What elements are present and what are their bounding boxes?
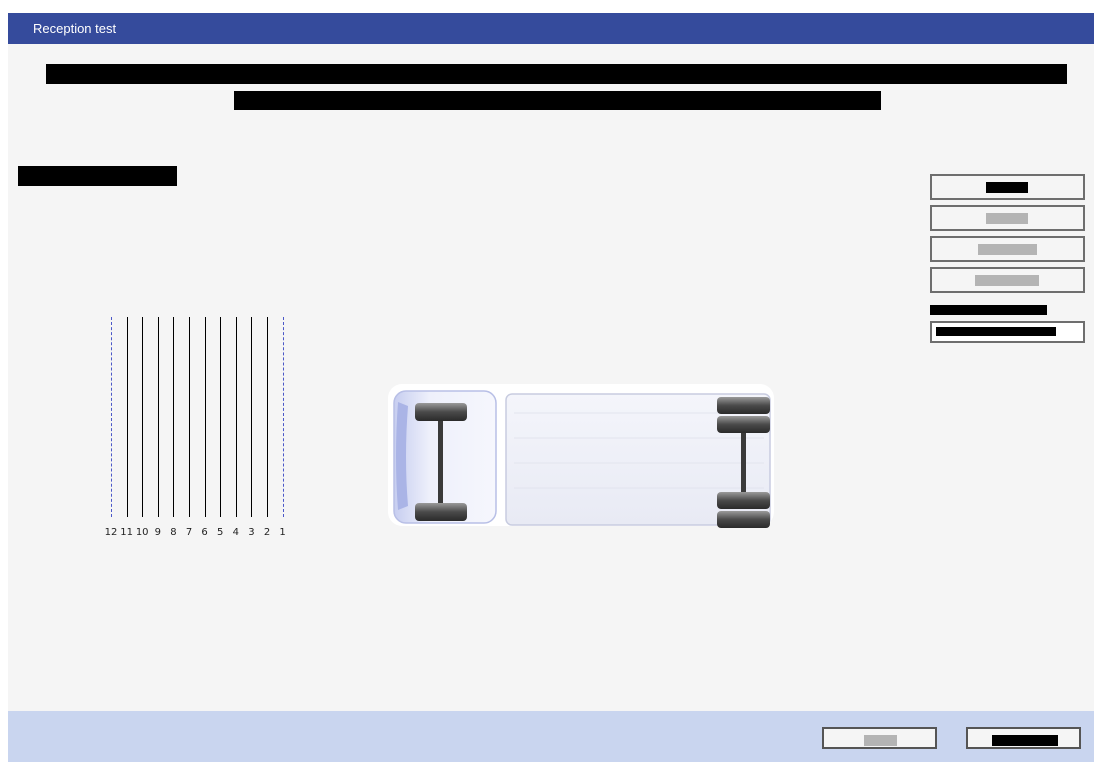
lane-number-6: 6 — [201, 527, 208, 538]
lane-number-10: 10 — [135, 527, 149, 538]
lane-number-5: 5 — [217, 527, 224, 538]
rear-axle — [741, 428, 746, 498]
rear-right-tire-inner — [717, 492, 770, 509]
rear-left-tire-inner — [717, 416, 770, 433]
footer-button-1-label — [864, 735, 897, 746]
side-button-3-label — [978, 244, 1037, 255]
header-text-line-1 — [46, 64, 1067, 84]
front-right-tire — [415, 503, 467, 521]
side-button-1-label — [986, 182, 1028, 193]
footer-button-2-label — [992, 735, 1058, 746]
lane-line-7 — [189, 317, 190, 517]
lane-line-5 — [220, 317, 222, 517]
lane-number-7: 7 — [185, 527, 193, 538]
lane-line-9 — [157, 317, 159, 517]
value-field-text — [936, 327, 1056, 336]
footer-button-2[interactable] — [966, 727, 1081, 749]
lane-line-11 — [126, 317, 128, 517]
rear-left-tire-outer — [717, 397, 770, 414]
window-title: Reception test — [33, 21, 117, 36]
lane-line-2 — [267, 317, 268, 517]
reception-test-window: Reception test 12 11 10 9 8 7 6 5 4 3 2 1 — [8, 13, 1094, 762]
lane-line-4 — [235, 317, 237, 517]
lane-number-4: 4 — [232, 527, 239, 538]
header-text-line-2 — [234, 91, 881, 110]
lane-line-10 — [142, 317, 144, 517]
front-left-tire — [415, 403, 467, 421]
side-button-4[interactable] — [930, 267, 1085, 293]
section-label — [18, 166, 177, 186]
lane-number-8: 8 — [170, 527, 177, 538]
lane-indicator: 12 11 10 9 8 7 6 5 4 3 2 1 — [103, 317, 293, 549]
side-button-2-label — [986, 213, 1028, 224]
lane-number-1: 1 — [279, 527, 286, 538]
lane-number-2: 2 — [263, 527, 271, 538]
lane-line-6 — [204, 317, 206, 517]
lane-line-12 — [111, 317, 112, 517]
lane-number-3: 3 — [248, 527, 255, 538]
front-axle — [438, 416, 443, 506]
footer-bar — [8, 711, 1094, 762]
lane-line-3 — [251, 317, 253, 517]
lane-number-9: 9 — [154, 527, 161, 538]
side-button-3[interactable] — [930, 236, 1085, 262]
title-bar: Reception test — [8, 13, 1094, 44]
lane-number-12: 12 — [104, 527, 118, 538]
lane-number-11: 11 — [120, 527, 133, 538]
truck-top-view — [388, 384, 774, 528]
value-field[interactable] — [930, 321, 1085, 343]
lane-line-8 — [173, 317, 175, 517]
footer-button-1[interactable] — [822, 727, 937, 749]
side-button-1[interactable] — [930, 174, 1085, 200]
field-label — [930, 305, 1047, 315]
side-button-4-label — [975, 275, 1039, 286]
rear-right-tire-outer — [717, 511, 770, 528]
side-button-2[interactable] — [930, 205, 1085, 231]
lane-line-1 — [282, 317, 284, 517]
